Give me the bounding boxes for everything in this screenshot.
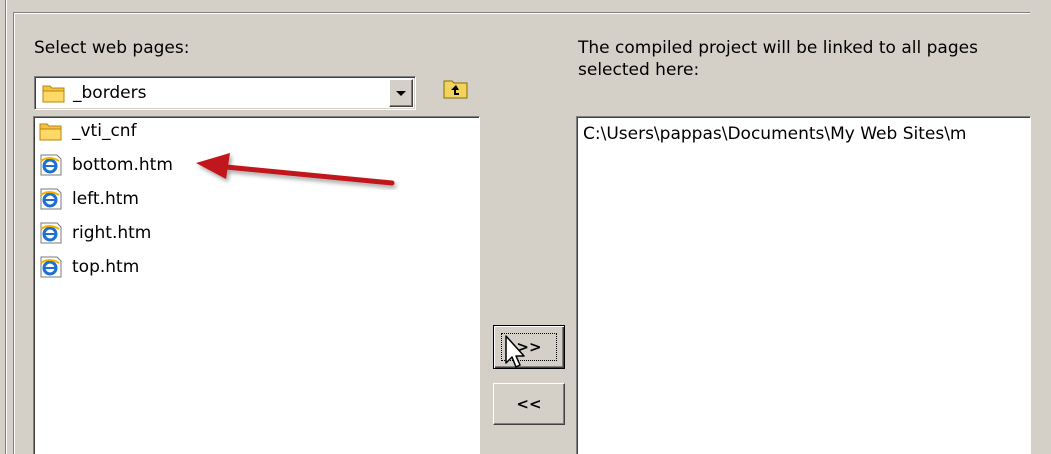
up-folder-icon[interactable] — [443, 77, 469, 106]
select-web-pages-label: Select web pages: — [34, 38, 190, 58]
folder-combobox[interactable]: _borders — [34, 76, 416, 110]
annotation-arrow-icon — [192, 145, 402, 195]
folder-icon — [41, 82, 67, 109]
ie-document-icon — [38, 188, 64, 215]
compiled-project-label-line2: selected here: — [578, 60, 700, 80]
mouse-cursor-icon — [505, 335, 529, 378]
add-pages-button[interactable]: >> — [493, 325, 565, 369]
group-box-left-highlight — [14, 13, 15, 454]
list-item-label: left.htm — [72, 189, 139, 209]
compiled-project-label-line1: The compiled project will be linked to a… — [578, 38, 978, 58]
combobox-dropdown-button[interactable] — [389, 79, 413, 107]
dialog-frame-left-inner — [6, 0, 7, 454]
group-box-top-highlight — [13, 13, 1030, 14]
list-item-label: _vti_cnf — [72, 121, 137, 141]
chevron-down-icon — [396, 91, 406, 96]
ie-document-icon — [38, 222, 64, 249]
list-item-label: bottom.htm — [72, 155, 173, 175]
remove-pages-button-label: << — [516, 395, 542, 413]
selected-pages-listbox[interactable]: C:\Users\pappas\Documents\My Web Sites\m — [576, 116, 1031, 454]
ie-document-icon — [38, 256, 64, 283]
list-item-label: right.htm — [72, 223, 152, 243]
folder-icon — [38, 120, 64, 147]
selected-page-path[interactable]: C:\Users\pappas\Documents\My Web Sites\m — [583, 123, 967, 145]
current-folder-value: _borders — [73, 83, 147, 103]
ie-document-icon — [38, 154, 64, 181]
remove-pages-button[interactable]: << — [493, 383, 565, 425]
list-item-label: top.htm — [72, 257, 140, 277]
